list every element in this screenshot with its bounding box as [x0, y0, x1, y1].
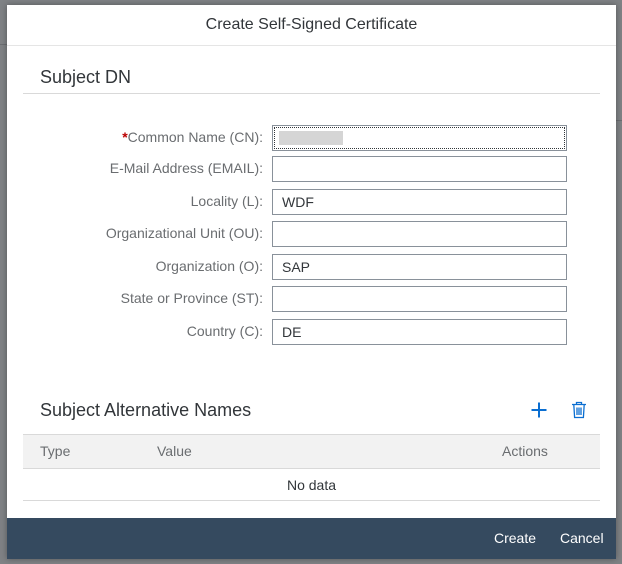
column-value: Value — [157, 443, 192, 459]
table-header: Type Value Actions — [23, 434, 600, 469]
common-name-input[interactable] — [272, 125, 567, 151]
column-actions: Actions — [502, 443, 548, 459]
organization-label: Organization (O): — [155, 258, 263, 274]
dialog-title: Create Self-Signed Certificate — [7, 5, 616, 46]
organization-input[interactable] — [272, 254, 567, 280]
locality-label: Locality (L): — [190, 193, 263, 209]
locality-input[interactable] — [272, 189, 567, 215]
form-row-locality: Locality (L): — [23, 189, 600, 215]
section-divider — [23, 93, 600, 94]
common-name-label: *Common Name (CN): — [122, 129, 263, 145]
dialog-footer: Create Cancel — [7, 518, 616, 559]
country-label: Country (C): — [186, 323, 263, 339]
country-input[interactable] — [272, 319, 567, 345]
state-label: State or Province (ST): — [120, 290, 263, 306]
form-row-organization: Organization (O): — [23, 254, 600, 280]
no-data-text: No data — [23, 469, 600, 501]
form-row-state: State or Province (ST): — [23, 286, 600, 312]
email-input[interactable] — [272, 156, 567, 182]
san-title: Subject Alternative Names — [40, 400, 252, 420]
san-table: Type Value Actions No data — [23, 434, 600, 501]
create-certificate-dialog: Create Self-Signed Certificate Subject D… — [7, 5, 616, 559]
form-row-common-name: *Common Name (CN): — [23, 125, 600, 151]
background-divider — [616, 120, 622, 121]
delete-icon — [572, 401, 586, 419]
column-type: Type — [40, 443, 71, 459]
subject-dn-title: Subject DN — [40, 67, 132, 87]
org-unit-input[interactable] — [272, 221, 567, 247]
form-row-email: E-Mail Address (EMAIL): — [23, 156, 600, 182]
form-row-country: Country (C): — [23, 319, 600, 345]
redacted-value — [279, 131, 343, 145]
background-divider — [0, 44, 7, 45]
form-row-org-unit: Organizational Unit (OU): — [23, 221, 600, 247]
state-input[interactable] — [272, 286, 567, 312]
email-label: E-Mail Address (EMAIL): — [109, 160, 263, 176]
cancel-button[interactable]: Cancel — [560, 530, 604, 546]
add-icon — [531, 402, 547, 418]
create-button[interactable]: Create — [494, 530, 536, 546]
delete-button[interactable] — [568, 399, 590, 421]
add-button[interactable] — [528, 399, 550, 421]
org-unit-label: Organizational Unit (OU): — [105, 225, 263, 241]
